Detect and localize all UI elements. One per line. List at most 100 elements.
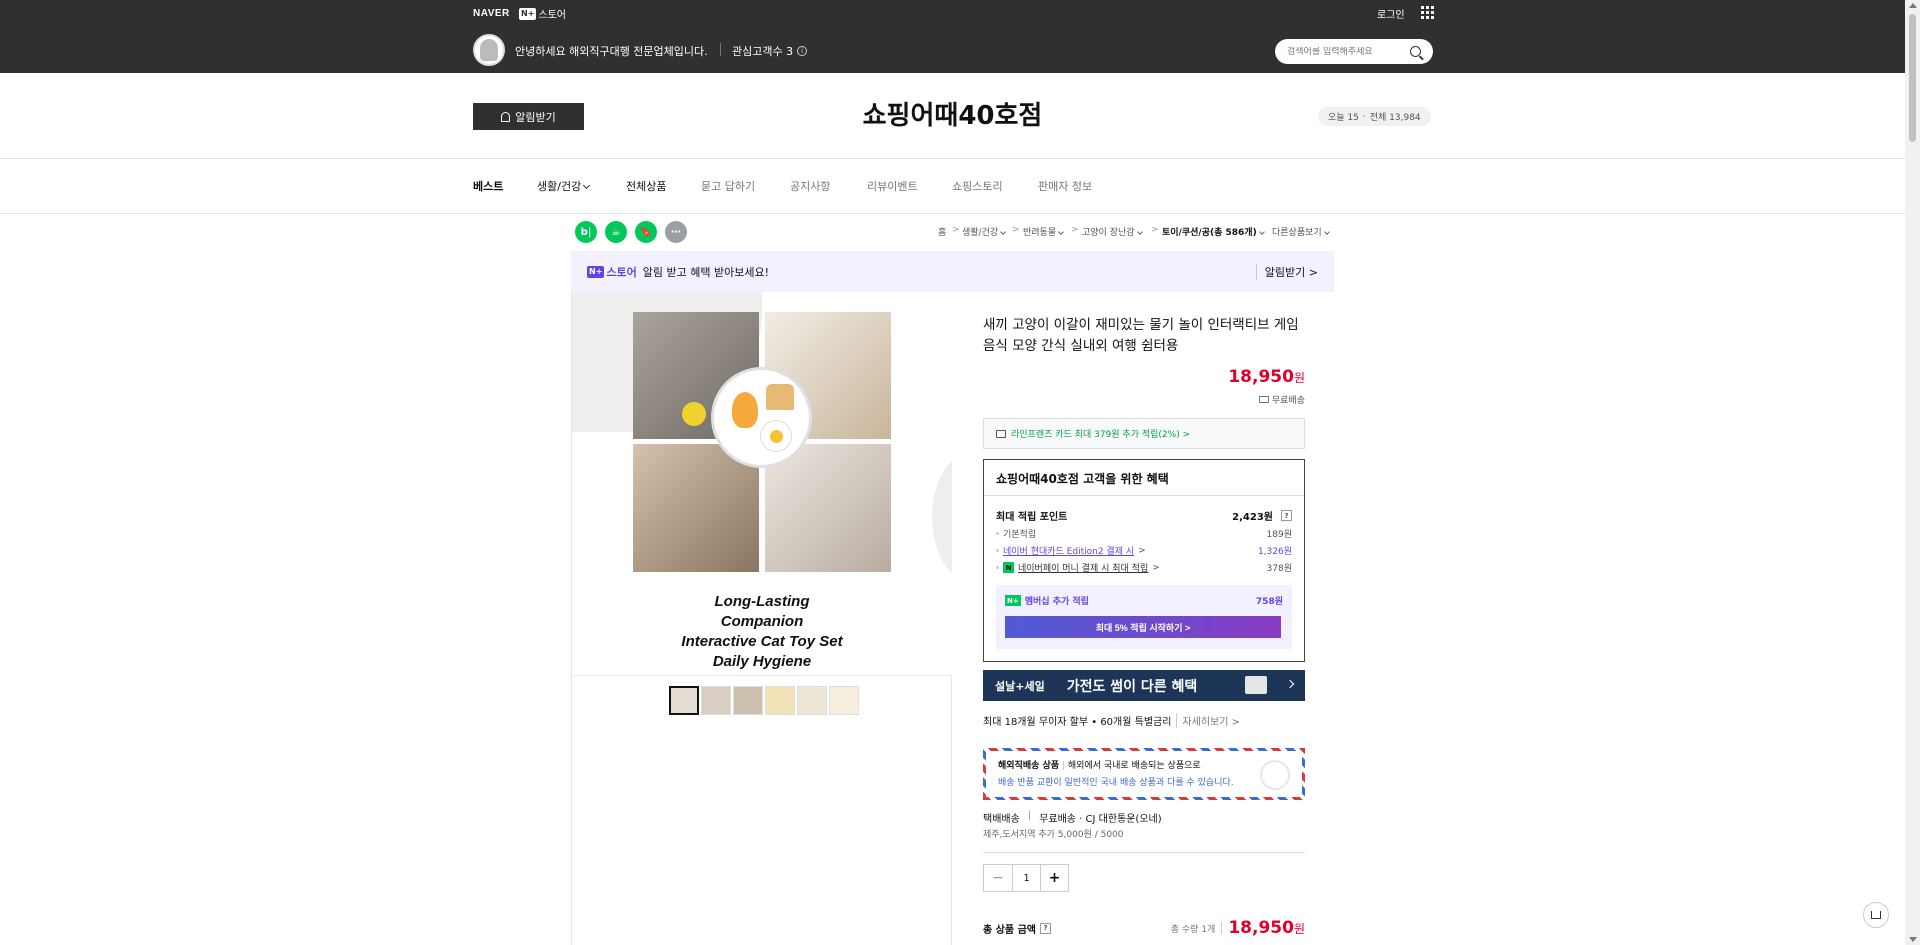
followers-count: 관심고객수 3 i	[732, 43, 808, 59]
product-main-image[interactable]: Long-Lasting Companion Interactive Cat T…	[572, 292, 952, 675]
caption-line: Interactive Cat Toy Set	[681, 633, 843, 650]
toy-plate	[714, 370, 809, 465]
overseas-line: 해외직배송 상품 | 해외에서 국내로 배송되는 상품으로	[998, 758, 1290, 771]
nav-item-review-event[interactable]: 리뷰이벤트	[867, 178, 918, 194]
membership-label: 멤버십 추가 적립	[1024, 597, 1089, 607]
card-icon	[996, 429, 1006, 438]
breadcrumb-cat3[interactable]: 고양이 장난감	[1082, 225, 1143, 238]
caption-line: Daily Hygiene	[712, 653, 812, 670]
breadcrumb-cat2[interactable]: 반려동물	[1023, 225, 1064, 238]
blog-share-icon[interactable]: b|	[575, 221, 597, 243]
nav-item-qna[interactable]: 묻고 답하기	[701, 178, 755, 194]
max-points-label: 최대 적립 포인트	[996, 512, 1068, 523]
breadcrumb-cat4[interactable]: 토이/쿠션/공(총 586개)	[1162, 225, 1265, 238]
thumbnail[interactable]	[829, 686, 859, 715]
nav-item-notice[interactable]: 공지사항	[790, 178, 830, 194]
total-price-value: 18,950	[1228, 918, 1294, 938]
more-icon[interactable]: ⋯	[665, 221, 687, 243]
thumbnail[interactable]	[669, 686, 699, 715]
max-points-value: 2,423원	[1232, 512, 1273, 523]
installment-more-link[interactable]: 자세히보기 >	[1176, 713, 1240, 728]
breadcrumb-cat1[interactable]: 생활/건강	[962, 225, 1006, 238]
visitors-total: 전체 13,984	[1369, 113, 1421, 123]
thumbnail[interactable]	[733, 686, 763, 715]
ball-toy	[682, 402, 706, 426]
base-points-row: 기본적립 189원	[996, 527, 1292, 540]
total-quantity: 총 수량 1개	[1170, 924, 1216, 935]
nav-item-label: 생활/건강	[537, 180, 582, 193]
thumbnail[interactable]	[701, 686, 731, 715]
search-icon[interactable]	[1410, 46, 1421, 57]
thumbnail[interactable]	[765, 686, 795, 715]
divider	[720, 43, 721, 56]
total-label-wrap: 총 상품 금액?	[983, 921, 1051, 936]
nav-item-living-health[interactable]: 생활/건강	[537, 178, 591, 194]
page-scrollbar[interactable]	[1905, 0, 1920, 945]
scroll-thumb[interactable]	[1909, 14, 1916, 142]
breadcrumb-other[interactable]: 다른상품보기	[1272, 225, 1330, 238]
price-value: 18,950	[1228, 367, 1294, 387]
help-icon[interactable]: ?	[1039, 922, 1051, 934]
nav-item-shopping-story[interactable]: 쇼핑스토리	[952, 178, 1003, 194]
visitor-count: 오늘 15 · 전체 13,984	[1318, 107, 1431, 126]
total-label: 총 상품 금액	[983, 924, 1036, 936]
scroll-down-arrow-icon[interactable]	[1909, 937, 1917, 942]
delivery-method: 택배배송 | 무료배송 · CJ 대한통운(오네)	[983, 810, 1162, 825]
quantity-value[interactable]: 1	[1012, 865, 1040, 891]
thumbnail[interactable]	[797, 686, 827, 715]
delivery-extra: 제주,도서지역 추가 5,000원 / 5000	[983, 830, 1124, 840]
bullet	[996, 566, 999, 569]
membership-box: N+ 멤버십 추가 적립 758원 최대 5% 적립 시작하기 >	[996, 585, 1292, 649]
base-points-label: 기본적립	[1003, 530, 1037, 540]
divider	[572, 675, 952, 676]
scroll-up-arrow-icon[interactable]	[1909, 3, 1917, 8]
naver-store-logo[interactable]: N+ 스토어	[519, 6, 566, 21]
max-points-value-wrap: 2,423원?	[1232, 508, 1292, 523]
breadcrumb-arrow: >	[1012, 225, 1020, 235]
nav-item-seller-info[interactable]: 판매자 정보	[1038, 178, 1092, 194]
info-icon[interactable]: i	[797, 46, 808, 56]
apps-grid-icon[interactable]	[1421, 6, 1434, 19]
breadcrumb-label: 고양이 장난감	[1082, 228, 1135, 238]
notification-subscribe-link[interactable]: 알림받기 >	[1255, 264, 1318, 280]
share-float-button[interactable]	[1863, 902, 1889, 928]
bullet	[996, 549, 999, 552]
card-points-link[interactable]: 네이버 현대카드 Edition2 결제 시	[1003, 544, 1134, 557]
membership-start-button[interactable]: 최대 5% 적립 시작하기 >	[1005, 616, 1281, 638]
store-avatar[interactable]	[473, 34, 505, 66]
benefit-box: 쇼핑어때40호점 고객을 위한 혜택 최대 적립 포인트 2,423원? 기본적…	[983, 459, 1305, 662]
help-icon[interactable]: ?	[1281, 510, 1292, 521]
search-input[interactable]	[1287, 46, 1407, 57]
nav-item-all-products[interactable]: 전체상품	[626, 178, 666, 194]
quantity-minus-button[interactable]: −	[984, 865, 1012, 891]
naver-store-badge: N+ 스토어	[587, 264, 637, 280]
currency: 원	[1293, 371, 1305, 385]
search-box	[1275, 39, 1433, 64]
store-title[interactable]: 쇼핑어때40호점	[0, 95, 1905, 132]
visitors-sep: ·	[1362, 111, 1366, 122]
cafe-share-icon[interactable]: ☕	[605, 221, 627, 243]
membership-row: N+ 멤버십 추가 적립 758원	[1005, 594, 1283, 607]
overseas-title: 해외직배송 상품	[998, 761, 1060, 771]
followers-label: 관심고객수 3	[732, 45, 794, 58]
caption-line: Long-Lasting Companion	[714, 593, 810, 630]
nav-item-best[interactable]: 베스트	[473, 178, 503, 194]
quantity-plus-button[interactable]: +	[1040, 865, 1068, 891]
airplane-stamp-icon	[1260, 760, 1290, 790]
share-icon	[1871, 911, 1881, 919]
installment-info: 최대 18개월 무이자 할부 • 60개월 특별금리 자세히보기 >	[983, 713, 1240, 728]
card-promo[interactable]: 라인프렌즈 카드 최대 379원 추가 적립(2%) >	[983, 418, 1305, 449]
bookmark-icon[interactable]: 🔖	[635, 221, 657, 243]
product-title: 새끼 고양이 이갈이 재미있는 물기 놀이 인터랙티브 게임 음식 모양 간식 …	[983, 317, 1299, 354]
divider: |	[1027, 810, 1032, 821]
pay-points-link[interactable]: 네이버페이 머니 결제 시 최대 적립	[1018, 561, 1148, 574]
cat-photo	[765, 444, 891, 572]
promo-banner[interactable]: 설날+세일 가전도 썸이 다른 혜택	[983, 670, 1305, 701]
store-greeting: 안녕하세요 해외직구대행 전문업체입니다.	[515, 45, 708, 58]
quantity-stepper: − 1 +	[983, 864, 1069, 892]
shipping-info: 무료배송	[1258, 393, 1305, 406]
login-link[interactable]: 로그인	[1377, 6, 1405, 21]
bullet	[996, 532, 999, 535]
naver-logo[interactable]: NAVER	[473, 8, 510, 19]
breadcrumb-home[interactable]: 홈	[938, 225, 946, 238]
